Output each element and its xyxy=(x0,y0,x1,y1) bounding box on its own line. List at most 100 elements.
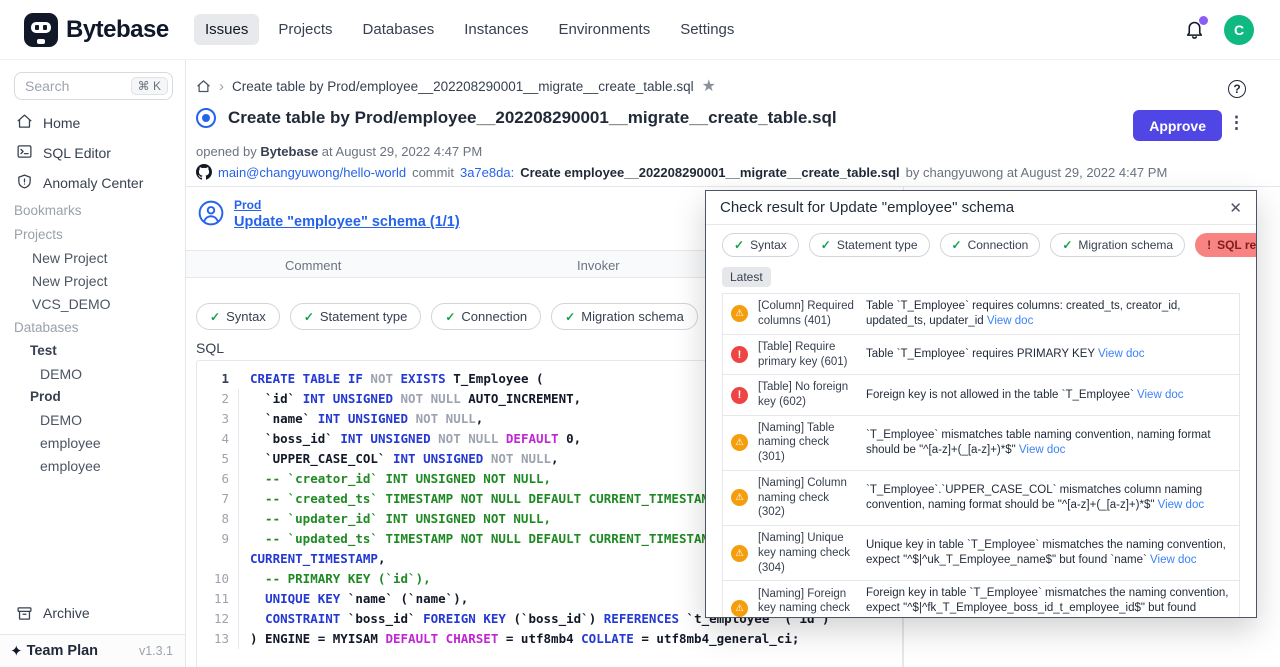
bytebase-app: Bytebase Issues Projects DatabasesInstance… xyxy=(0,0,1280,667)
close-icon[interactable]: ✕ xyxy=(1229,199,1242,217)
nav-item-settings[interactable]: Settings xyxy=(669,14,745,45)
issue-open-icon xyxy=(196,108,216,128)
nav-item-issues[interactable]: Issues xyxy=(194,14,259,45)
main-nav: Issues Projects DatabasesInstances Environm… xyxy=(194,14,745,45)
check-pill-syntax[interactable]: ✓ Syntax xyxy=(196,303,280,330)
view-doc-link[interactable]: View doc xyxy=(1019,444,1065,456)
help-icon[interactable]: ? xyxy=(1228,80,1246,98)
github-icon xyxy=(196,164,212,180)
check-pill-sql-review[interactable]: !SQL review xyxy=(1195,233,1257,257)
token-kw: INT UNSIGNED xyxy=(318,411,408,426)
sidebar-item-archive[interactable]: Archive xyxy=(0,599,185,627)
stage-environment-link[interactable]: Prod xyxy=(234,198,460,212)
check-fail-icon: ! xyxy=(1207,238,1211,252)
check-description: Table `T_Employee` requires columns: cre… xyxy=(866,299,1231,329)
sidebar-section-projects: Projects xyxy=(0,222,185,246)
code-text: CURRENT_TIMESTAMP, xyxy=(239,549,385,569)
token-gr: NOT xyxy=(363,371,401,386)
search-shortcut: ⌘ K xyxy=(131,77,168,95)
sidebar-database-employee[interactable]: employee xyxy=(0,431,185,454)
check-pill-syntax[interactable]: ✓ Syntax xyxy=(722,233,799,257)
line-number: 11 xyxy=(197,589,239,609)
check-pill-label: Migration schema xyxy=(581,309,684,324)
check-ok-icon: ✓ xyxy=(304,310,314,324)
sidebar-database-employee[interactable]: employee xyxy=(0,454,185,477)
token-tx: `name` (`name`), xyxy=(340,591,468,606)
check-pill-migration-schema[interactable]: ✓ Migration schema xyxy=(1050,233,1185,257)
search-input[interactable] xyxy=(25,78,117,94)
check-ok-icon: ✓ xyxy=(210,310,220,324)
column-header-invoker: Invoker xyxy=(577,251,620,279)
check-pill-label: Syntax xyxy=(750,238,787,252)
token-tx: , xyxy=(476,411,484,426)
sidebar-database-demo[interactable]: DEMO xyxy=(0,408,185,431)
view-doc-link[interactable]: View doc xyxy=(987,315,1033,327)
check-pill-connection[interactable]: ✓Connection xyxy=(431,303,541,330)
commit-line: main@changyuwong/hello-world commit 3a7e… xyxy=(196,164,1167,180)
sidebar-database-demo[interactable]: DEMO xyxy=(0,362,185,385)
check-description: Foreign key is not allowed in the table … xyxy=(866,388,1231,403)
bookmark-star-icon[interactable]: ★ xyxy=(702,76,716,96)
sidebar-project-new-project[interactable]: New Project xyxy=(0,246,185,269)
sidebar-item-sql-editor[interactable]: SQL Editor xyxy=(0,138,185,168)
check-pill-statement-type[interactable]: ✓ Statement type xyxy=(809,233,930,257)
notification-bell-icon[interactable] xyxy=(1184,18,1206,42)
nav-item-environments[interactable]: Environments xyxy=(547,14,661,45)
bytebase-logo[interactable]: Bytebase xyxy=(24,13,186,47)
token-kw: INT UNSIGNED xyxy=(303,391,393,406)
code-text: -- `updater_id` INT UNSIGNED NOT NULL, xyxy=(239,509,551,529)
nav-item-databases[interactable]: Databases xyxy=(352,14,446,45)
view-doc-link[interactable]: View doc xyxy=(1150,554,1196,566)
check-result-row: ![Table] Require primary key (601)Table … xyxy=(723,335,1239,375)
check-ok-icon: ✓ xyxy=(734,238,744,252)
check-pill-label: Migration schema xyxy=(1078,238,1173,252)
home-icon xyxy=(16,113,33,133)
token-tx: 0, xyxy=(559,431,582,446)
nav-item-projects[interactable]: Projects xyxy=(267,14,343,45)
view-doc-link[interactable]: View doc xyxy=(1158,499,1204,511)
warning-icon: ⚠ xyxy=(731,545,748,562)
sidebar-item-anomaly-center[interactable]: Anomaly Center xyxy=(0,168,185,198)
token-kw: CREATE TABLE IF xyxy=(250,371,363,386)
code-text: `UPPER_CASE_COL` INT UNSIGNED NOT NULL, xyxy=(239,449,559,469)
code-text: CREATE TABLE IF NOT EXISTS T_Employee ( xyxy=(239,369,544,389)
check-result-row: ⚠[Naming] Foreign key naming check (305)… xyxy=(723,581,1239,617)
check-pill-label: Statement type xyxy=(837,238,918,252)
warning-icon: ⚠ xyxy=(731,600,748,617)
token-tx: , xyxy=(551,451,559,466)
stage-task-link[interactable]: Update "employee" schema (1/1) xyxy=(234,214,460,230)
token-tx xyxy=(250,611,265,626)
more-actions-icon[interactable]: ⋮ xyxy=(1228,113,1246,133)
view-doc-link[interactable]: View doc xyxy=(1098,348,1144,360)
token-tx: (`boss_id`) xyxy=(506,611,604,626)
check-pill-migration-schema[interactable]: ✓Migration schema xyxy=(551,303,698,330)
approve-button[interactable]: Approve xyxy=(1133,110,1222,141)
vcs-branch-link[interactable]: main@changyuwong/hello-world xyxy=(218,165,406,180)
nav-item-instances[interactable]: Instances xyxy=(453,14,539,45)
token-tx xyxy=(250,591,265,606)
check-pill-label: Syntax xyxy=(226,309,266,324)
assignee-icon xyxy=(198,200,224,226)
sidebar-item-home[interactable]: Home xyxy=(0,108,185,138)
check-ok-icon: ✓ xyxy=(1062,238,1072,252)
avatar[interactable]: C xyxy=(1224,15,1254,45)
check-ok-icon: ✓ xyxy=(821,238,831,252)
commit-hash-link[interactable]: 3a7e8da: xyxy=(460,165,514,180)
breadcrumb-path[interactable]: Create table by Prod/employee__202208290… xyxy=(232,79,694,94)
token-gr: NOT NULL xyxy=(393,391,468,406)
check-rule-name: [Naming] Table naming check (301) xyxy=(758,421,854,465)
line-number: 13 xyxy=(197,629,239,649)
check-result-row: ⚠[Naming] Table naming check (301)`T_Emp… xyxy=(723,416,1239,471)
check-pill-statement-type[interactable]: ✓Statement type xyxy=(290,303,422,330)
view-doc-link[interactable]: View doc xyxy=(1137,389,1183,401)
sidebar-project-new-project[interactable]: New Project xyxy=(0,269,185,292)
brand-name: Bytebase xyxy=(66,16,169,44)
search-box[interactable]: ⌘ K xyxy=(14,72,173,100)
plan-footer[interactable]: ✦ Team Plan v1.3.1 xyxy=(0,634,185,667)
check-description: Table `T_Employee` requires PRIMARY KEY … xyxy=(866,347,1231,362)
sidebar-project-vcs_demo[interactable]: VCS_DEMO xyxy=(0,292,185,315)
code-text: -- `creator_id` INT UNSIGNED NOT NULL, xyxy=(239,469,551,489)
token-gr: NOT NULL xyxy=(408,411,476,426)
breadcrumb-home-icon[interactable] xyxy=(196,79,211,94)
check-pill-connection[interactable]: ✓Connection xyxy=(940,233,1041,257)
